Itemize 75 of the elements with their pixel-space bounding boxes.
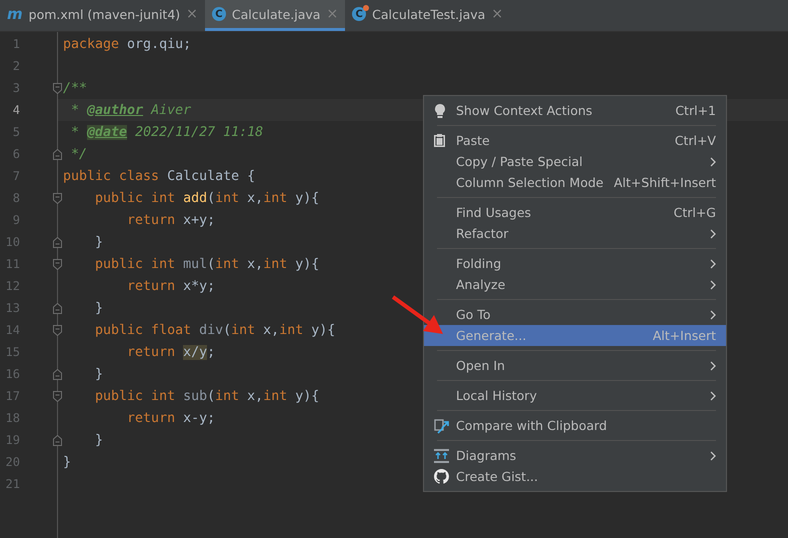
- code-line: public int mul(int x,int y){: [94, 256, 320, 272]
- file-tab[interactable]: C Calculate.java ×: [204, 0, 346, 31]
- code-line: * @date 2022/11/27 11:18: [70, 124, 264, 140]
- file-tab[interactable]: C CalculateTest.java ×: [345, 0, 510, 31]
- menu-item[interactable]: Paste Ctrl+V: [424, 130, 726, 151]
- compare-icon: [434, 418, 450, 434]
- github-icon: [434, 469, 449, 484]
- menu-item[interactable]: Show Context Actions Ctrl+1: [424, 100, 726, 121]
- menu-item[interactable]: Column Selection Mode Alt+Shift+Insert: [424, 172, 726, 193]
- menu-item[interactable]: Copy / Paste Special: [424, 151, 726, 172]
- line-number: 13: [4, 301, 20, 315]
- code-line: public float div(int x,int y){: [94, 322, 336, 338]
- maven-icon: m: [7, 5, 23, 23]
- code-line: }: [94, 300, 104, 316]
- line-number: 3: [12, 81, 20, 95]
- file-tab[interactable]: m pom.xml (maven-junit4) ×: [0, 0, 205, 31]
- fold-icon[interactable]: [53, 324, 62, 336]
- code-line: package org.qiu;: [63, 36, 192, 52]
- line-number: 2: [12, 59, 20, 73]
- code-line: return x/y;: [126, 344, 216, 360]
- menu-item[interactable]: Open In: [424, 355, 726, 376]
- code-line: */: [70, 146, 88, 162]
- line-number: 21: [4, 477, 20, 491]
- menu-item[interactable]: Local History: [424, 385, 726, 406]
- line-number: 17: [4, 389, 20, 403]
- line-number: 14: [4, 323, 20, 337]
- code-line: public class Calculate {: [63, 168, 256, 184]
- code-line: * @author Aiver: [70, 102, 192, 118]
- fold-icon[interactable]: [53, 148, 62, 160]
- line-number: 8: [12, 191, 20, 205]
- menu-item[interactable]: Find Usages Ctrl+G: [424, 202, 726, 223]
- menu-item[interactable]: Create Gist...: [424, 466, 726, 487]
- class-icon: C: [212, 7, 226, 21]
- line-number: 4: [12, 103, 20, 117]
- line-number: 9: [12, 213, 20, 227]
- code-line: return x-y;: [126, 410, 216, 426]
- code-line: public int add(int x,int y){: [94, 190, 320, 206]
- menu-item[interactable]: Folding: [424, 253, 726, 274]
- line-number: 6: [12, 147, 20, 161]
- line-number: 1: [12, 37, 20, 51]
- code-line: }: [63, 454, 72, 470]
- fold-icon[interactable]: [53, 390, 62, 402]
- line-number: 20: [4, 455, 20, 469]
- fold-icon[interactable]: [53, 236, 62, 248]
- line-number: 11: [4, 257, 20, 271]
- line-number: 16: [4, 367, 20, 381]
- fold-icon[interactable]: [53, 192, 62, 204]
- fold-icon[interactable]: [53, 368, 62, 380]
- menu-item[interactable]: Compare with Clipboard: [424, 415, 726, 436]
- code-line: public int sub(int x,int y){: [94, 388, 320, 404]
- menu-item[interactable]: Refactor: [424, 223, 726, 244]
- menu-item[interactable]: Analyze: [424, 274, 726, 295]
- code-line: return x+y;: [126, 212, 216, 228]
- code-line: }: [94, 432, 104, 448]
- fold-icon[interactable]: [53, 82, 62, 94]
- line-number: 7: [12, 169, 20, 183]
- line-number: 12: [4, 279, 20, 293]
- line-number: 5: [12, 125, 20, 139]
- line-number: 19: [4, 433, 20, 447]
- test-class-icon: C: [352, 7, 366, 21]
- diagram-icon: [434, 448, 449, 462]
- code-line: }: [94, 366, 104, 382]
- line-number: 15: [4, 345, 20, 359]
- fold-icon[interactable]: [53, 258, 62, 270]
- fold-icon[interactable]: [53, 434, 62, 446]
- menu-item[interactable]: Diagrams: [424, 445, 726, 466]
- fold-icon[interactable]: [53, 302, 62, 314]
- code-line: /**: [63, 80, 88, 96]
- lightbulb-icon: [434, 102, 446, 118]
- code-line: return x*y;: [126, 278, 216, 294]
- menu-item[interactable]: Go To: [424, 304, 726, 325]
- clipboard-icon: [434, 134, 445, 147]
- line-number: 10: [4, 235, 20, 249]
- line-number: 18: [4, 411, 20, 425]
- code-line: }: [94, 234, 104, 250]
